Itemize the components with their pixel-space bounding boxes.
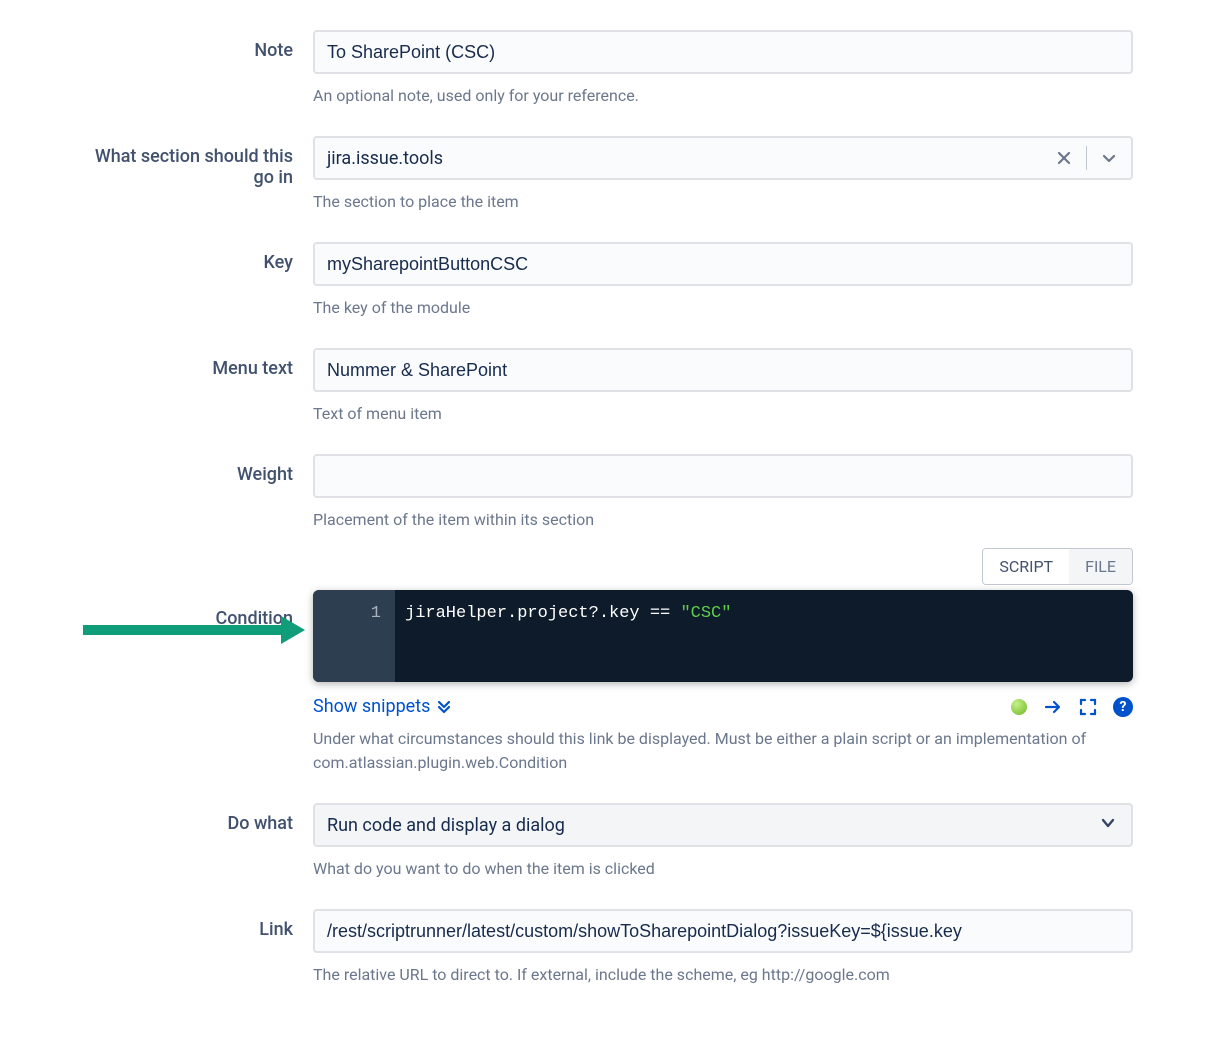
link-label: Link bbox=[73, 909, 313, 940]
link-help: The relative URL to direct to. If extern… bbox=[313, 963, 1133, 987]
note-help: An optional note, used only for your ref… bbox=[313, 84, 1133, 108]
condition-help: Under what circumstances should this lin… bbox=[313, 727, 1133, 775]
editor-footer-icons: ? bbox=[1011, 697, 1133, 717]
condition-label: Condition bbox=[73, 590, 313, 629]
section-help: The section to place the item bbox=[313, 190, 1133, 214]
chevron-double-down-icon bbox=[436, 699, 452, 715]
expand-icon[interactable] bbox=[1079, 698, 1097, 716]
do-what-select[interactable]: Run code and display a dialog bbox=[313, 803, 1133, 847]
weight-help: Placement of the item within its section bbox=[313, 508, 1133, 532]
weight-row: Weight Placement of the item within its … bbox=[73, 454, 1133, 550]
editor-footer: Show snippets ? bbox=[313, 696, 1133, 717]
run-arrow-icon[interactable] bbox=[1043, 697, 1063, 717]
show-snippets-link[interactable]: Show snippets bbox=[313, 696, 452, 717]
code-section: SCRIPT FILE 1 jiraHelper.project?.key ==… bbox=[313, 590, 1133, 717]
do-what-row: Do what Run code and display a dialog Wh… bbox=[73, 803, 1133, 899]
menu-text-row: Menu text Text of menu item bbox=[73, 348, 1133, 444]
section-select[interactable]: jira.issue.tools bbox=[313, 136, 1133, 180]
weight-label: Weight bbox=[73, 454, 313, 485]
key-help: The key of the module bbox=[313, 296, 1133, 320]
note-label: Note bbox=[73, 30, 313, 61]
section-value: jira.issue.tools bbox=[315, 148, 1050, 169]
menu-text-help: Text of menu item bbox=[313, 402, 1133, 426]
code-plain: jiraHelper.project?.key == bbox=[405, 604, 680, 623]
section-row: What section should this go in jira.issu… bbox=[73, 136, 1133, 232]
do-what-help: What do you want to do when the item is … bbox=[313, 857, 1133, 881]
chevron-down-icon[interactable] bbox=[1095, 144, 1123, 172]
do-what-label: Do what bbox=[73, 803, 313, 834]
form-container: Note An optional note, used only for you… bbox=[73, 30, 1133, 1005]
note-input[interactable] bbox=[313, 30, 1133, 74]
code-tabs: SCRIPT FILE bbox=[982, 548, 1133, 585]
link-input[interactable] bbox=[313, 909, 1133, 953]
key-row: Key The key of the module bbox=[73, 242, 1133, 338]
do-what-value: Run code and display a dialog bbox=[315, 815, 1085, 836]
note-row: Note An optional note, used only for you… bbox=[73, 30, 1133, 126]
menu-text-input[interactable] bbox=[313, 348, 1133, 392]
status-dot-icon bbox=[1011, 699, 1027, 715]
code-string: "CSC" bbox=[680, 604, 731, 623]
condition-row: Condition SCRIPT FILE 1 jiraHelper.proje… bbox=[73, 590, 1133, 793]
link-row: Link The relative URL to direct to. If e… bbox=[73, 909, 1133, 1005]
separator bbox=[1086, 146, 1087, 170]
tab-file[interactable]: FILE bbox=[1069, 549, 1132, 584]
chevron-down-icon bbox=[1085, 814, 1131, 836]
code-editor[interactable]: 1 jiraHelper.project?.key == "CSC" bbox=[313, 590, 1133, 682]
key-label: Key bbox=[73, 242, 313, 273]
show-snippets-label: Show snippets bbox=[313, 696, 430, 717]
clear-icon[interactable] bbox=[1050, 144, 1078, 172]
key-input[interactable] bbox=[313, 242, 1133, 286]
weight-input[interactable] bbox=[313, 454, 1133, 498]
code-gutter: 1 bbox=[313, 590, 395, 682]
help-icon[interactable]: ? bbox=[1113, 697, 1133, 717]
code-body[interactable]: jiraHelper.project?.key == "CSC" bbox=[395, 590, 1133, 682]
menu-text-label: Menu text bbox=[73, 348, 313, 379]
tab-script[interactable]: SCRIPT bbox=[983, 549, 1069, 584]
section-label: What section should this go in bbox=[73, 136, 313, 188]
